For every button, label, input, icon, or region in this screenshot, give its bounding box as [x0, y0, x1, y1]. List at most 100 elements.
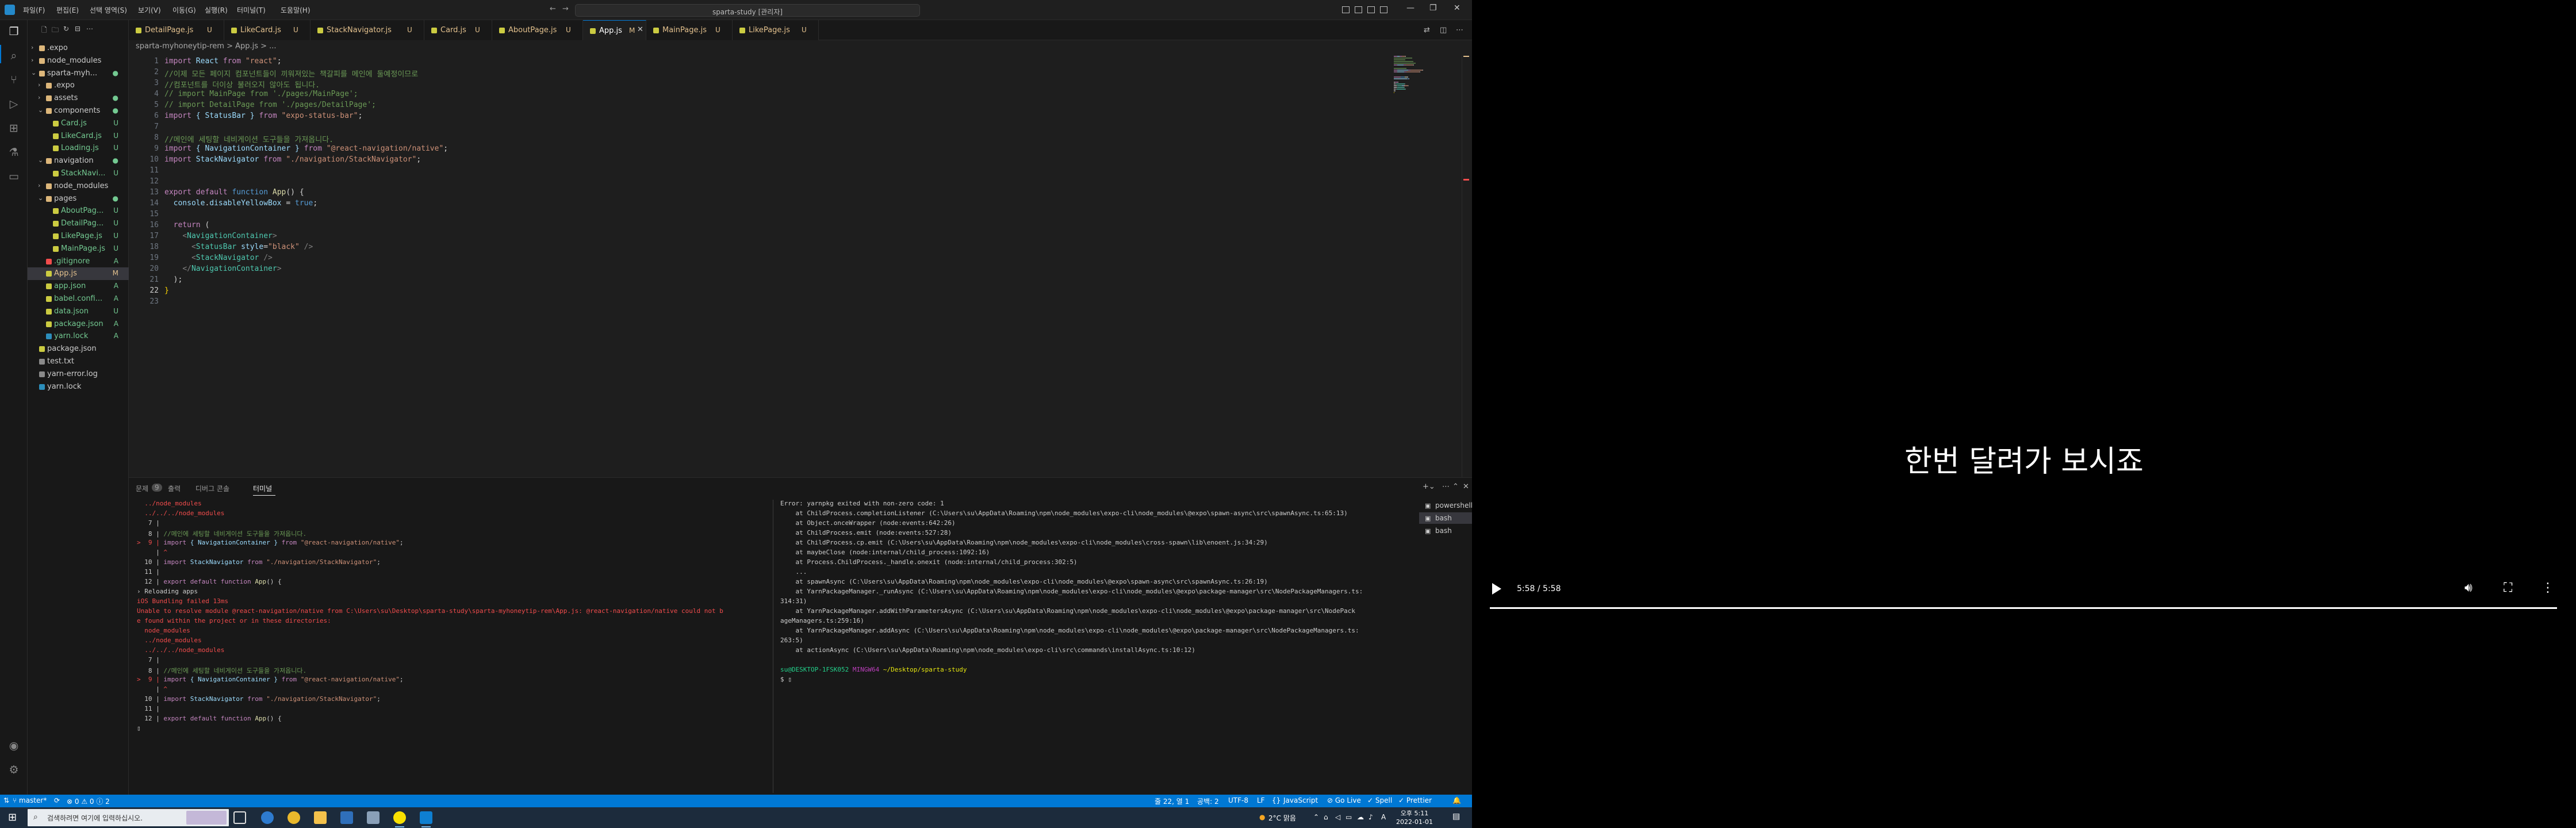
minimize-icon[interactable]: —	[1406, 3, 1414, 13]
tree-folder[interactable]: ⌄ sparta-myh... ●	[28, 67, 129, 80]
taskbar-search-box[interactable]: ⌕ 검색하려면 여기에 입력하십시오.	[28, 809, 229, 826]
panel-tab[interactable]: 출력	[168, 484, 181, 493]
tree-file[interactable]: Card.js U	[28, 117, 129, 130]
tree-file[interactable]: package.json A	[28, 318, 129, 331]
toggle-panel-icon[interactable]	[1355, 6, 1362, 13]
maximize-panel-icon[interactable]: ⌃	[1452, 482, 1459, 491]
forward-arrow-icon[interactable]: →	[562, 5, 569, 13]
close-window-icon[interactable]: ✕	[1454, 3, 1460, 13]
tree-folder[interactable]: › node_modules	[28, 55, 129, 67]
end-of-line[interactable]: LF	[1257, 796, 1265, 804]
tree-file[interactable]: MainPage.js U	[28, 243, 129, 255]
fullscreen-button-icon[interactable]: ⛶	[2504, 581, 2512, 595]
explorer-icon[interactable]: ❐	[7, 25, 21, 39]
panel-tab[interactable]: 문제	[136, 484, 148, 493]
terminal-pane-left[interactable]: ../node_modules ../../../node_modules 7 …	[135, 500, 767, 793]
braces-icon[interactable]: {}	[1272, 796, 1281, 804]
tree-file[interactable]: babel.confi... A	[28, 293, 129, 305]
editor-tab[interactable]: App.js M ✕	[583, 20, 646, 40]
speaker-icon[interactable]: ♪	[1368, 813, 1373, 821]
toggle-sidebar-icon[interactable]	[1342, 6, 1350, 13]
source-control-icon[interactable]: ⑂	[7, 73, 21, 87]
tree-file[interactable]: LikeCard.js U	[28, 130, 129, 143]
tree-folder[interactable]: › node_modules	[28, 180, 129, 193]
split-editor-icon[interactable]: ◫	[1440, 26, 1447, 34]
volume-button-icon[interactable]: 🔊︎	[2464, 581, 2472, 595]
tray-chevron-icon[interactable]: ⌃	[1313, 813, 1319, 821]
tree-folder[interactable]: › .expo	[28, 79, 129, 92]
volume-icon[interactable]: ◁	[1335, 813, 1340, 821]
tree-file[interactable]: yarn.lock A	[28, 330, 129, 343]
tree-file[interactable]: App.js M	[28, 267, 129, 281]
account-icon[interactable]: ◉	[7, 739, 21, 753]
terminal-list-item[interactable]: ▣ bash	[1419, 525, 1472, 536]
indentation[interactable]: 공백: 2	[1197, 796, 1219, 806]
spell-check[interactable]: ✓ Spell	[1367, 796, 1392, 804]
panel-tab[interactable]: 터미널	[253, 484, 272, 493]
code-editor[interactable]: 1 import React from "react"; 2 //이제 모든 페이지 …	[129, 56, 1405, 477]
more-actions-icon[interactable]: ⋯	[86, 25, 93, 33]
menu-file[interactable]: 파일(F)	[23, 5, 45, 15]
editor-tab[interactable]: AboutPage.js U	[492, 20, 583, 40]
menu-run[interactable]: 실행(R)	[205, 5, 228, 15]
editor-tab[interactable]: MainPage.js U	[646, 20, 733, 40]
settings-gear-icon[interactable]: ⚙	[7, 763, 21, 777]
close-panel-icon[interactable]: ✕	[1463, 482, 1469, 491]
tree-file[interactable]: data.json U	[28, 305, 129, 318]
new-file-icon[interactable]: 🗋	[41, 25, 47, 37]
notifications-bell-icon[interactable]: 🔔	[1452, 796, 1461, 804]
tree-file[interactable]: AboutPag... U	[28, 205, 129, 217]
new-folder-icon[interactable]: 🗀	[52, 25, 59, 37]
overview-ruler[interactable]	[1462, 56, 1470, 477]
refresh-icon[interactable]: ↻	[63, 25, 69, 33]
ime-indicator[interactable]: A	[1381, 813, 1386, 821]
video-player[interactable]: 한번 달려가 보시죠	[1472, 0, 2576, 828]
encoding[interactable]: UTF-8	[1228, 796, 1248, 804]
battery-icon[interactable]: ▭	[1346, 813, 1352, 821]
sync-icon[interactable]: ⟳	[54, 796, 60, 804]
collapse-all-icon[interactable]: ⊟	[75, 25, 80, 33]
vscode-taskbar-icon[interactable]	[420, 811, 432, 827]
extensions-icon[interactable]: ⊞	[7, 121, 21, 135]
tree-file[interactable]: app.json A	[28, 280, 129, 293]
windows-start-icon[interactable]: ⊞	[8, 811, 17, 823]
menu-terminal[interactable]: 터미널(T)	[237, 5, 266, 15]
tree-file[interactable]: DetailPag... U	[28, 217, 129, 230]
tree-file[interactable]: test.txt	[28, 355, 129, 368]
tree-folder[interactable]: ⌄ pages ●	[28, 193, 129, 205]
tree-folder[interactable]: ⌄ navigation ●	[28, 155, 129, 167]
tab-close-icon[interactable]: ✕	[637, 25, 643, 34]
system-clock[interactable]: 오후 5:11 2022-01-01	[1396, 809, 1433, 826]
cursor-position[interactable]: 줄 22, 열 1	[1155, 796, 1189, 806]
customize-layout-icon[interactable]	[1380, 6, 1387, 13]
notepad-icon[interactable]	[367, 811, 379, 824]
menu-view[interactable]: 보기(V)	[138, 5, 161, 15]
remote-explorer-icon[interactable]: ▭	[7, 170, 21, 183]
language-mode[interactable]: JavaScript	[1283, 796, 1318, 804]
terminal-list-item[interactable]: ▣ powershell	[1419, 500, 1472, 511]
edge-browser-icon[interactable]	[261, 811, 274, 824]
editor-tab[interactable]: DetailPage.js U	[129, 20, 224, 40]
back-arrow-icon[interactable]: ←	[550, 5, 556, 13]
panel-more-icon[interactable]: ⋯	[1442, 482, 1450, 491]
run-debug-icon[interactable]: ▷	[7, 97, 21, 111]
breadcrumb[interactable]: sparta-myhoneytip-rem > App.js > ...	[136, 42, 277, 55]
menu-edit[interactable]: 편집(E)	[56, 5, 79, 15]
terminal-list-item[interactable]: ▣ bash	[1419, 512, 1472, 524]
branch-indicator[interactable]: ⑂ master*	[13, 796, 47, 804]
compare-icon[interactable]: ⇄	[1424, 26, 1430, 34]
tree-file[interactable]: LikePage.js U	[28, 230, 129, 243]
command-center[interactable]: sparta-study [관리자]	[575, 4, 920, 17]
chrome-browser-icon[interactable]	[288, 811, 300, 824]
notification-center-icon[interactable]: ▤	[1452, 812, 1460, 821]
prettier[interactable]: ✓ Prettier	[1398, 796, 1432, 804]
kakaotalk-icon[interactable]	[393, 811, 406, 827]
tree-file[interactable]: package.json	[28, 343, 129, 355]
editor-tab[interactable]: LikePage.js U	[733, 20, 819, 40]
tree-folder[interactable]: › .expo	[28, 42, 129, 55]
remote-icon[interactable]: ⇅	[3, 796, 9, 804]
file-explorer-icon[interactable]	[314, 811, 327, 824]
tree-folder[interactable]: ⌄ components ●	[28, 105, 129, 117]
tree-file[interactable]: yarn-error.log	[28, 368, 129, 381]
menu-selection[interactable]: 선택 영역(S)	[90, 5, 127, 15]
